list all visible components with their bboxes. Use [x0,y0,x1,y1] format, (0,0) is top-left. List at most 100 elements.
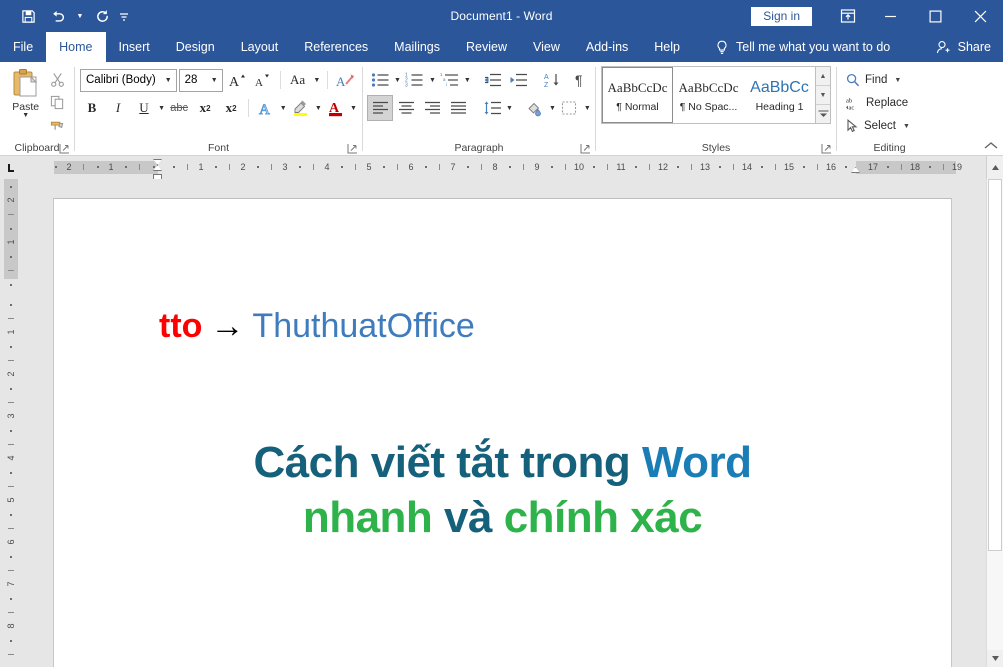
increase-indent-button[interactable] [507,68,531,92]
font-color-dropdown-icon[interactable]: ▼ [350,96,357,120]
subscript-button[interactable]: x2 [193,96,217,120]
close-button[interactable] [958,0,1003,32]
tab-references[interactable]: References [291,32,381,62]
undo-icon[interactable] [44,3,72,29]
underline-dropdown-icon[interactable]: ▼ [158,96,165,120]
clipboard-dialog-launcher[interactable] [59,143,70,154]
text-highlight-color-button[interactable] [289,96,313,120]
decrease-indent-button[interactable] [481,68,505,92]
maximize-button[interactable] [913,0,958,32]
font-size-value[interactable]: 28 [180,74,207,86]
shading-button[interactable] [523,96,547,120]
vertical-ruler[interactable]: 2 1 1 2 3 4 5 6 7 8 [0,179,22,667]
tab-mailings[interactable]: Mailings [381,32,453,62]
tab-file[interactable]: File [0,32,46,62]
tab-help[interactable]: Help [641,32,693,62]
ribbon-display-options-icon[interactable] [828,0,868,32]
collapse-ribbon-icon[interactable] [983,138,999,154]
tab-review[interactable]: Review [453,32,520,62]
style-item-no-spacing[interactable]: AaBbCcDc ¶ No Spac... [673,67,744,123]
select-button[interactable]: Select ▼ [842,115,914,137]
tab-design[interactable]: Design [163,32,228,62]
multilevel-list-dropdown-icon[interactable]: ▼ [464,68,471,92]
scrollbar-thumb[interactable] [988,179,1002,551]
minimize-button[interactable] [868,0,913,32]
bullets-button[interactable] [368,68,392,92]
document-abbreviation-line[interactable]: tto→ThuthuatOffice [159,307,475,346]
find-button[interactable]: Find ▼ [842,69,914,91]
styles-scroll-down-icon[interactable]: ▼ [816,86,830,105]
line-spacing-dropdown-icon[interactable]: ▼ [506,96,513,120]
tab-stop-selector[interactable] [0,156,22,179]
align-center-button[interactable] [394,96,418,120]
document-heading[interactable]: Cách viết tắt trong Word nhanh và chính … [54,435,951,546]
vertical-scrollbar[interactable] [986,179,1003,667]
align-right-button[interactable] [420,96,444,120]
text-effects-button[interactable]: A [254,96,278,120]
font-name-value[interactable]: Calibri (Body) [81,74,161,86]
select-dropdown-icon[interactable]: ▼ [903,123,910,130]
change-case-dropdown-icon[interactable]: ▼ [312,68,323,92]
replace-button[interactable]: abac Replace [842,92,914,114]
horizontal-ruler[interactable]: 2 1 1 2 3 4 5 6 7 8 9 10 11 12 13 14 15 … [22,156,986,179]
document-page[interactable]: tto→ThuthuatOffice Cách viết tắt trong W… [53,198,952,667]
styles-more-icon[interactable] [816,105,830,123]
line-spacing-button[interactable] [480,96,504,120]
styles-dialog-launcher[interactable] [821,143,832,154]
text-effects-dropdown-icon[interactable]: ▼ [280,96,287,120]
italic-button[interactable]: I [106,96,130,120]
font-name-combo[interactable]: Calibri (Body) ▼ [80,69,177,92]
font-name-dropdown-icon[interactable]: ▼ [161,70,176,91]
superscript-button[interactable]: x2 [219,96,243,120]
borders-dropdown-icon[interactable]: ▼ [584,96,591,120]
scroll-down-button[interactable] [987,650,1003,667]
share-button[interactable]: Share [936,32,991,62]
paste-dropdown-icon[interactable]: ▼ [22,113,29,119]
style-item-normal[interactable]: AaBbCcDc ¶ Normal [602,67,673,123]
tab-addins[interactable]: Add-ins [573,32,641,62]
shrink-font-button[interactable]: A [251,68,275,92]
borders-button[interactable] [558,96,582,120]
highlight-dropdown-icon[interactable]: ▼ [315,96,322,120]
copy-button[interactable] [46,92,68,112]
redo-icon[interactable] [88,3,116,29]
save-icon[interactable] [14,3,42,29]
paragraph-dialog-launcher[interactable] [580,143,591,154]
underline-button[interactable]: U [132,96,156,120]
bold-button[interactable]: B [80,96,104,120]
paste-button[interactable]: Paste ▼ [5,66,46,119]
multilevel-list-button[interactable]: 1ai [438,68,462,92]
change-case-button[interactable]: Aa [286,68,310,92]
shading-dropdown-icon[interactable]: ▼ [549,96,556,120]
clear-formatting-button[interactable]: A [333,68,357,92]
find-dropdown-icon[interactable]: ▼ [894,77,901,84]
style-item-heading1[interactable]: AaBbCс Heading 1 [744,67,815,123]
styles-scroll-up-icon[interactable]: ▲ [816,67,830,86]
cut-button[interactable] [46,69,68,89]
strikethrough-button[interactable]: abc [167,96,191,120]
sign-in-button[interactable]: Sign in [751,7,812,26]
justify-button[interactable] [446,96,470,120]
tell-me-search[interactable]: Tell me what you want to do [715,32,890,62]
font-size-combo[interactable]: 28 ▼ [179,69,223,92]
sort-button[interactable]: AZ [541,68,565,92]
font-size-dropdown-icon[interactable]: ▼ [207,70,222,91]
grow-font-button[interactable]: A [225,68,249,92]
tab-insert[interactable]: Insert [106,32,163,62]
font-color-button[interactable]: A [324,96,348,120]
tab-view[interactable]: View [520,32,573,62]
align-left-button[interactable] [368,96,392,120]
tab-home[interactable]: Home [46,32,105,62]
document-canvas[interactable]: tto→ThuthuatOffice Cách viết tắt trong W… [22,179,986,667]
scroll-up-button[interactable] [986,156,1003,179]
numbering-dropdown-icon[interactable]: ▼ [429,68,436,92]
customize-quick-access-icon[interactable] [118,3,130,29]
tab-layout[interactable]: Layout [228,32,292,62]
font-dialog-launcher[interactable] [347,143,358,154]
format-painter-button[interactable] [46,115,68,135]
numbering-button[interactable]: 123 [403,68,427,92]
show-formatting-marks-button[interactable]: ¶ [567,68,591,92]
bullets-dropdown-icon[interactable]: ▼ [394,68,401,92]
font-row-2: B I U ▼ abc x2 x2 A [80,96,357,120]
undo-dropdown-icon[interactable]: ▼ [74,3,86,29]
